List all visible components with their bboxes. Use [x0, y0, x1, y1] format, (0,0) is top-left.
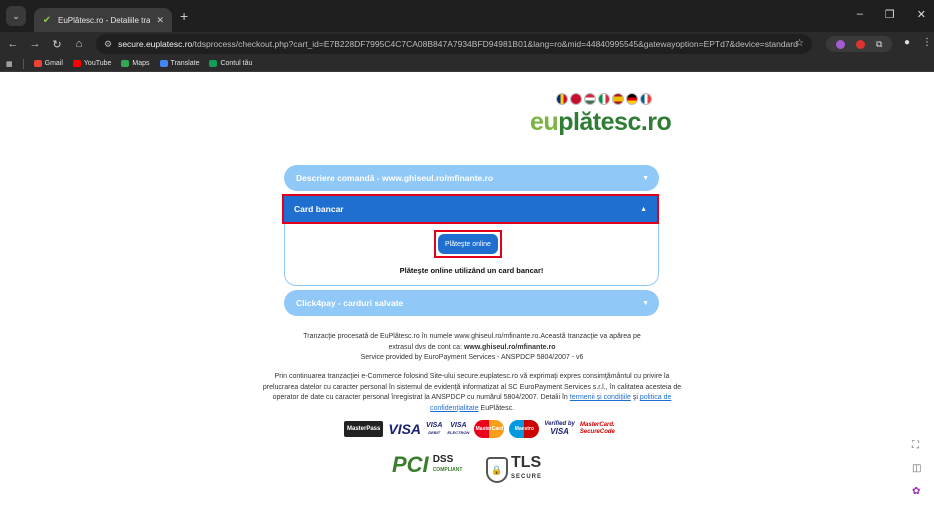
payment-logos: MasterPass VISA VISA DEBIT VISA ELECTRON M… [344, 420, 615, 438]
tls-secure-logo: 🔒 TLS SECURE [486, 454, 543, 484]
lock-shield-icon: 🔒 [486, 457, 508, 483]
extensions-group: ⧉ [826, 36, 892, 52]
transaction-info-line1: Tranzacţie procesată de EuPlătesc.ro în … [303, 333, 641, 340]
flag-de-icon[interactable] [626, 93, 638, 105]
chevron-down-icon: ▼ [642, 174, 649, 182]
masterpass-logo: MasterPass [344, 421, 384, 437]
chevron-up-icon: ▲ [640, 205, 647, 213]
maps-icon [121, 60, 130, 67]
bookmark-youtube[interactable]: YouTube [72, 60, 111, 67]
pci-dss-logo: PCI DSS COMPLIANT [392, 452, 462, 478]
contul-tau-icon [209, 60, 218, 67]
new-tab-button[interactable]: + [180, 8, 188, 24]
screenshot-tool-icon[interactable]: ⛶ [912, 440, 921, 451]
verified-by-visa-logo: Verified by VISA [544, 421, 575, 436]
pci-mark: PCI [392, 452, 429, 477]
language-flags [556, 93, 652, 105]
window-controls: – ❐ ✕ [857, 8, 926, 21]
flag-ro-icon[interactable] [556, 93, 568, 105]
chevron-down-icon: ⌄ [12, 10, 20, 21]
visa-electron-logo: VISA ELECTRON [447, 422, 470, 435]
dss-text: DSS COMPLIANT [432, 454, 463, 474]
flag-es-icon[interactable] [612, 93, 624, 105]
transaction-info: Tranzacţie procesată de EuPlătesc.ro în … [262, 332, 682, 364]
terms-link[interactable]: termenii şi condiţiile [570, 394, 631, 401]
pay-online-highlight: Plăteşte online [434, 230, 502, 258]
close-tab-icon[interactable]: ✕ [156, 15, 164, 26]
site-info-icon[interactable]: ⚙ [104, 39, 112, 50]
youtube-icon [72, 60, 81, 67]
visa-logo: VISA [388, 421, 422, 437]
gmail-icon [33, 60, 42, 67]
click4pay-section[interactable]: Click4pay - carduri salvate ▼ [284, 290, 659, 316]
browser-toolbar: ← → ↻ ⌂ ⚙ secure.euplatesc.ro/tdsprocess… [0, 32, 934, 56]
flag-fr-icon[interactable] [640, 93, 652, 105]
transaction-info-line2: extrasul dvs de cont ca: www.ghiseul.ro/… [388, 343, 556, 351]
transaction-info-line3: Service provided by EuroPayment Services… [360, 354, 584, 361]
extension-red-icon[interactable] [855, 39, 865, 49]
card-bancar-section[interactable]: Card bancar ▲ [282, 194, 659, 224]
home-icon[interactable]: ⌂ [70, 38, 88, 50]
order-description-section[interactable]: Descriere comandă - www.ghiseul.ro/mfina… [284, 165, 659, 191]
reload-icon[interactable]: ↻ [48, 38, 66, 51]
browser-tab-bar: ⌄ ✔ EuPlătesc.ro - Detaliile tranzacț ✕ … [0, 0, 934, 32]
profile-icon[interactable]: ● [904, 37, 910, 48]
bookmark-contul-tau[interactable]: Contul tău [209, 60, 252, 67]
tls-text: TLS SECURE [511, 454, 543, 481]
flag-gb-icon[interactable] [570, 93, 582, 105]
extension-purple-icon[interactable] [835, 39, 845, 49]
order-description-label: Descriere comandă - www.ghiseul.ro/mfina… [296, 173, 494, 183]
side-toolbar: ⛶ ◫ ✿ [912, 440, 921, 497]
bookmark-gmail[interactable]: Gmail [33, 60, 63, 67]
maestro-logo: Maestro [509, 420, 540, 438]
tab-search-button[interactable]: ⌄ [6, 6, 26, 26]
menu-kebab-icon[interactable]: ⋮ [922, 37, 932, 48]
mastercard-logo: MasterCard [474, 420, 505, 438]
assistant-icon[interactable]: ✿ [912, 486, 921, 497]
translate-icon [159, 60, 168, 67]
mastercard-securecode-logo: MasterCard. SecureCode [579, 422, 615, 435]
close-window-icon[interactable]: ✕ [917, 8, 926, 21]
apps-grid-icon[interactable]: ▦ [6, 60, 13, 68]
card-bancar-label: Card bancar [294, 204, 344, 214]
url-text: secure.euplatesc.ro/tdsprocess/checkout.… [118, 39, 798, 49]
flag-it-icon[interactable] [598, 93, 610, 105]
back-icon[interactable]: ← [4, 38, 22, 50]
visa-debit-logo: VISA DEBIT [426, 422, 443, 435]
tab-title: EuPlătesc.ro - Detaliile tranzacț [58, 15, 151, 25]
euplatesc-favicon-icon: ✔ [42, 14, 52, 26]
extensions-puzzle-icon[interactable]: ⧉ [876, 39, 882, 50]
bookmark-translate[interactable]: Translate [159, 60, 199, 67]
minimize-icon[interactable]: – [857, 8, 863, 21]
address-bar[interactable]: ⚙ secure.euplatesc.ro/tdsprocess/checkou… [96, 34, 812, 54]
bookmarks-separator [22, 58, 24, 69]
forward-icon[interactable]: → [26, 38, 44, 50]
reader-icon[interactable]: ◫ [912, 463, 921, 474]
bookmark-star-icon[interactable]: ☆ [795, 38, 804, 49]
restore-icon[interactable]: ❐ [885, 8, 895, 21]
bookmarks-bar: ▦ Gmail YouTube Maps Translate Contul tă… [0, 56, 934, 72]
flag-hu-icon[interactable] [584, 93, 596, 105]
pay-online-button[interactable]: Plăteşte online [438, 234, 498, 254]
bookmark-maps[interactable]: Maps [121, 60, 150, 67]
consent-info: Prin continuarea tranzacţiei e-Commerce … [262, 373, 682, 412]
click4pay-label: Click4pay - carduri salvate [296, 298, 404, 308]
chevron-down-icon: ▼ [642, 299, 649, 307]
browser-tab[interactable]: ✔ EuPlătesc.ro - Detaliile tranzacț ✕ [34, 8, 172, 32]
pay-online-note: Plăteşte online utilizând un card bancar… [399, 266, 544, 275]
euplatesc-logo: euplătesc.ro [530, 108, 672, 136]
